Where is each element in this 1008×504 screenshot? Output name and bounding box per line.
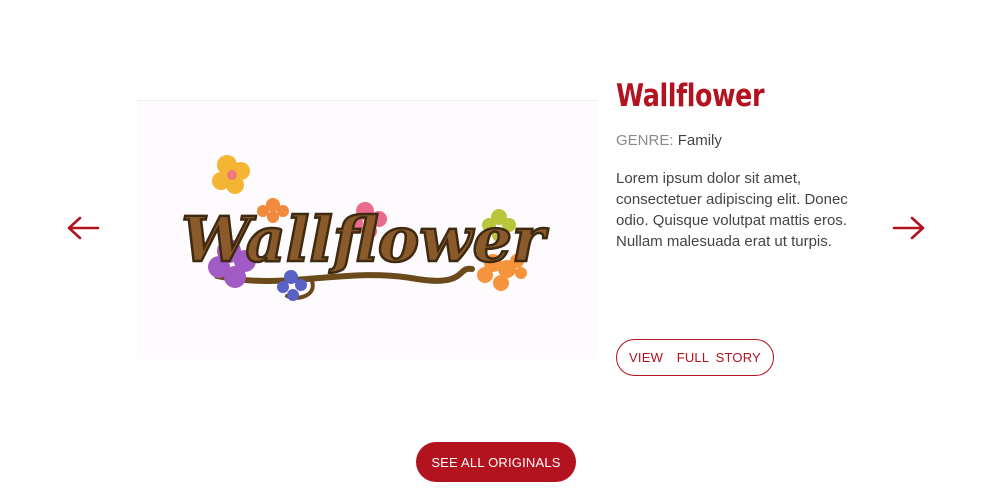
wallflower-logo-art: Wallflower (180, 155, 550, 301)
story-genre: GENRE: Family (616, 131, 876, 151)
genre-label: GENRE: (616, 132, 674, 149)
genre-value: Family (677, 132, 722, 149)
carousel-prev-button[interactable] (66, 213, 100, 243)
logo-text: Wallflower (181, 203, 549, 276)
story-title: Wallflower (616, 78, 765, 114)
carousel-next-button[interactable] (892, 213, 926, 243)
story-info: Wallflower GENRE: Family Lorem ipsum dol… (616, 76, 876, 252)
arrow-right-icon (892, 216, 925, 240)
arrow-left-icon (67, 216, 100, 240)
story-description: Lorem ipsum dolor sit amet, consectetuer… (616, 170, 848, 250)
flower-yellow-icon (212, 155, 250, 194)
see-all-originals-button[interactable]: SEE ALL ORIGINALS (416, 442, 576, 482)
view-full-story-button[interactable]: VIEW FULL STORY (616, 339, 774, 376)
story-image: Wallflower (137, 100, 597, 359)
